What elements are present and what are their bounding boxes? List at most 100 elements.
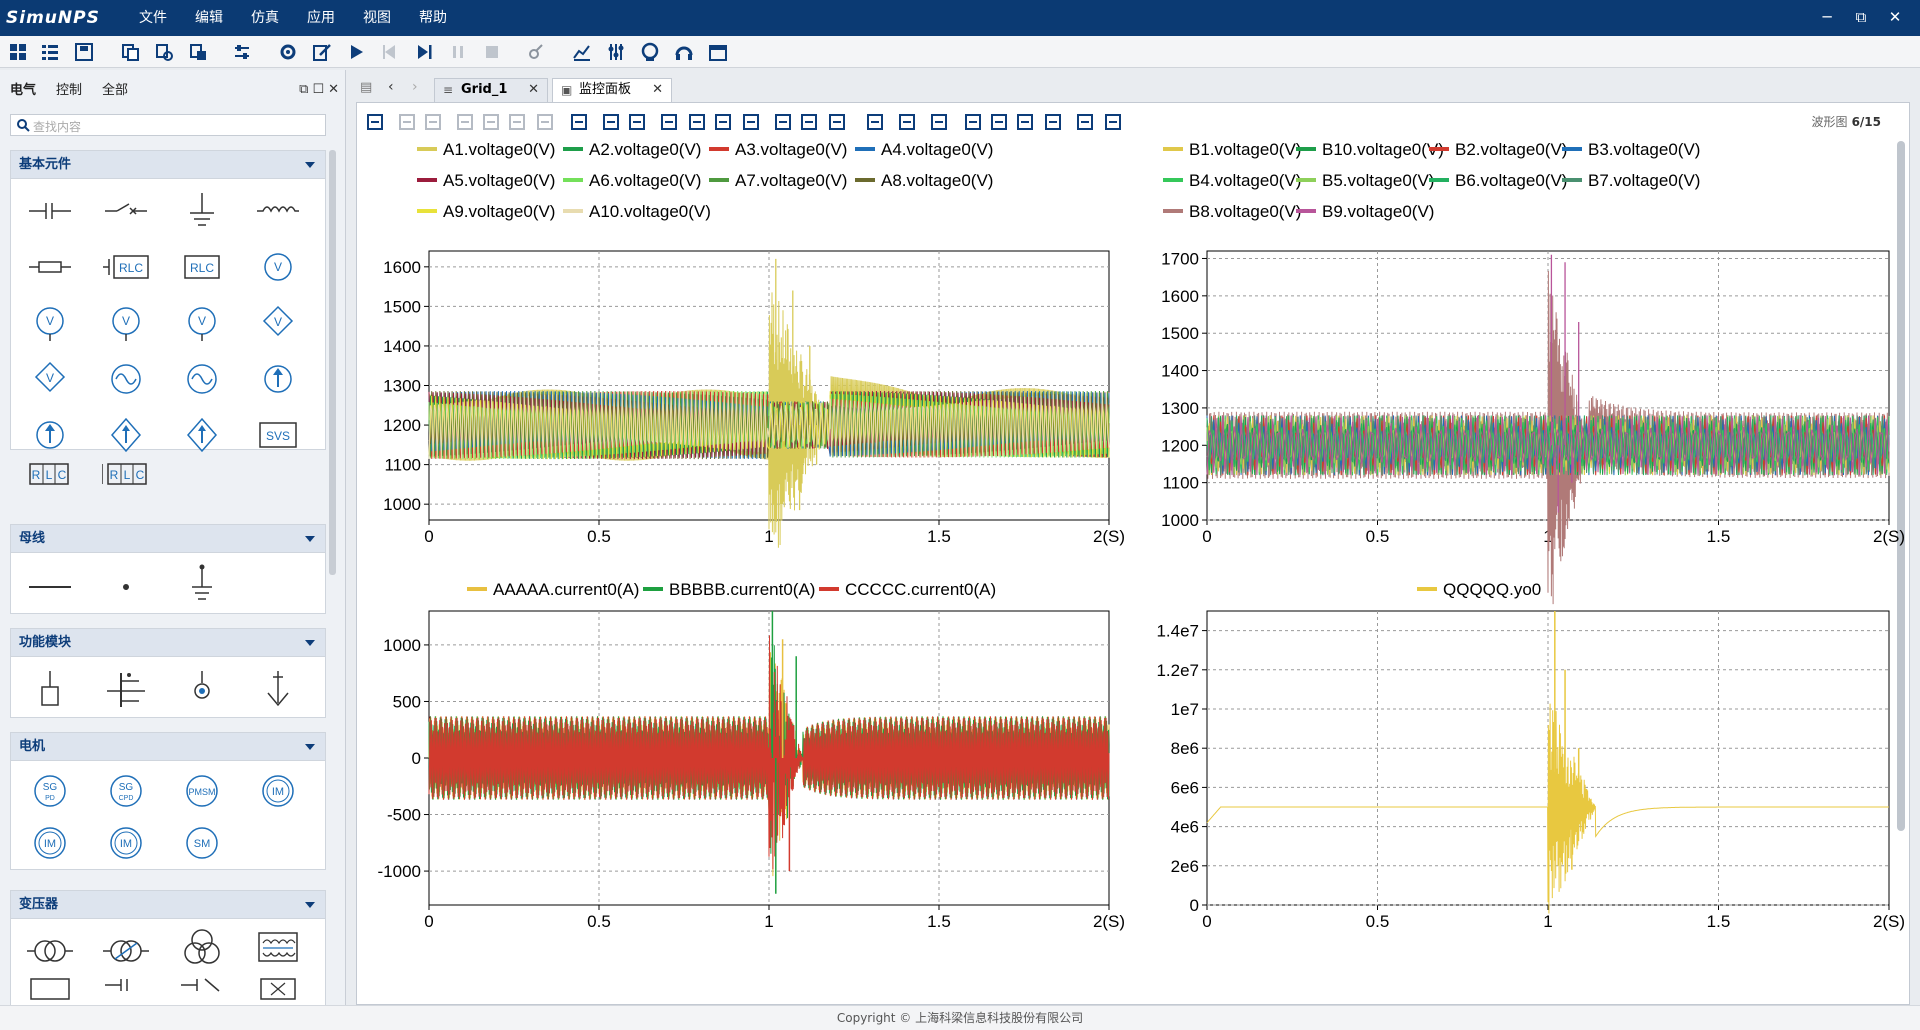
tab-electrical[interactable]: 电气 bbox=[0, 80, 46, 102]
group-header[interactable]: 功能模块 bbox=[11, 629, 325, 657]
legend-item[interactable]: A1.voltage0(V) bbox=[417, 140, 555, 159]
save-icon[interactable] bbox=[74, 42, 94, 62]
calendar-icon[interactable] bbox=[708, 42, 728, 62]
controlled-voltage-source-2-icon[interactable]: V bbox=[27, 359, 73, 399]
legend-item[interactable]: A3.voltage0(V) bbox=[709, 140, 847, 159]
close-tab-icon[interactable]: ✕ bbox=[528, 79, 539, 101]
plot-a-voltage[interactable]: A1.voltage0(V) A2.voltage0(V) A3.voltage0(… bbox=[357, 133, 1125, 563]
stop-icon[interactable] bbox=[482, 42, 502, 62]
step-forward-icon[interactable] bbox=[414, 42, 434, 62]
ground-icon[interactable] bbox=[179, 191, 225, 231]
legend-item[interactable]: B6.voltage0(V) bbox=[1429, 171, 1567, 190]
transformer-icon[interactable] bbox=[27, 931, 73, 971]
menu-help[interactable]: 帮助 bbox=[405, 0, 461, 36]
arrow-down-icon[interactable] bbox=[255, 669, 301, 709]
fit-width-icon[interactable] bbox=[713, 112, 733, 132]
menu-file[interactable]: 文件 bbox=[125, 0, 181, 36]
menu-edit[interactable]: 编辑 bbox=[181, 0, 237, 36]
tuning-icon[interactable] bbox=[606, 42, 626, 62]
chart-icon[interactable] bbox=[572, 42, 592, 62]
align-right-icon[interactable] bbox=[627, 112, 647, 132]
delete-icon[interactable] bbox=[535, 112, 555, 132]
x-axis-icon[interactable] bbox=[989, 112, 1009, 132]
bus-node-icon[interactable] bbox=[103, 565, 149, 605]
tab-next-icon[interactable]: › bbox=[412, 79, 418, 95]
controlled-voltage-source-icon[interactable]: V bbox=[255, 303, 301, 343]
pie-icon[interactable] bbox=[1075, 112, 1095, 132]
grid-icon[interactable] bbox=[8, 42, 28, 62]
voltage-source-2-icon[interactable]: V bbox=[103, 303, 149, 343]
edit-icon[interactable] bbox=[312, 42, 332, 62]
monitor-icon[interactable] bbox=[640, 42, 660, 62]
legend-item[interactable]: B1.voltage0(V) bbox=[1163, 140, 1301, 159]
sine-source-icon[interactable] bbox=[103, 359, 149, 399]
fit-height-icon[interactable] bbox=[741, 112, 761, 132]
rlc-load-icon[interactable]: RLC bbox=[179, 247, 225, 287]
copy-icon[interactable] bbox=[120, 42, 140, 62]
add-wave-icon[interactable] bbox=[365, 112, 385, 132]
doc-list-icon[interactable]: ▤ bbox=[360, 80, 372, 95]
legend-item[interactable]: B3.voltage0(V) bbox=[1562, 140, 1700, 159]
current-source-2-icon[interactable] bbox=[27, 415, 73, 455]
zoom-in-icon[interactable] bbox=[773, 112, 793, 132]
block-icon[interactable] bbox=[27, 669, 73, 709]
svs-icon[interactable]: SVS bbox=[255, 415, 301, 455]
im-3-icon[interactable]: IM bbox=[103, 823, 149, 863]
menu-view[interactable]: 视图 bbox=[349, 0, 405, 36]
legend-item[interactable]: A8.voltage0(V) bbox=[855, 171, 993, 190]
panel-maximize-icon[interactable]: ☐ bbox=[312, 82, 324, 97]
fit-icon[interactable] bbox=[659, 112, 679, 132]
bus-line-icon[interactable] bbox=[27, 565, 73, 605]
refresh-icon[interactable] bbox=[865, 112, 885, 132]
voltage-source-3-icon[interactable]: V bbox=[179, 303, 225, 343]
group-header[interactable]: 母线 bbox=[11, 525, 325, 553]
legend-item[interactable]: B5.voltage0(V) bbox=[1296, 171, 1434, 190]
paste-icon[interactable] bbox=[507, 112, 527, 132]
legend-item[interactable]: A7.voltage0(V) bbox=[709, 171, 847, 190]
copy-settings-icon[interactable] bbox=[154, 42, 174, 62]
copy-image-icon[interactable] bbox=[188, 42, 208, 62]
controlled-current-source-2-icon[interactable] bbox=[179, 415, 225, 455]
rlc-branch-icon[interactable]: RLC bbox=[103, 247, 149, 287]
series-rlc-icon[interactable]: RLC bbox=[26, 454, 72, 494]
sg-pd-icon[interactable]: SG PD bbox=[27, 771, 73, 811]
legend-item[interactable]: AAAAA.current0(A) bbox=[467, 580, 639, 599]
voltage-source-icon[interactable]: V bbox=[27, 303, 73, 343]
capacitor-icon[interactable] bbox=[27, 191, 73, 231]
legend-item[interactable]: QQQQQ.yo0 bbox=[1417, 580, 1541, 599]
legend-item[interactable]: B9.voltage0(V) bbox=[1296, 202, 1434, 221]
legend-item[interactable]: A10.voltage0(V) bbox=[563, 202, 711, 221]
run-icon[interactable] bbox=[346, 42, 366, 62]
im-icon[interactable]: IM bbox=[255, 771, 301, 811]
controlled-current-source-icon[interactable] bbox=[103, 415, 149, 455]
tab-all[interactable]: 全部 bbox=[92, 80, 138, 102]
legend-item[interactable]: A5.voltage0(V) bbox=[417, 171, 555, 190]
headset-icon[interactable] bbox=[674, 42, 694, 62]
tab-grid-1[interactable]: ≡ Grid_1 ✕ bbox=[434, 78, 548, 102]
fault-module-icon[interactable] bbox=[103, 669, 149, 709]
ideal-transformer-icon[interactable] bbox=[255, 927, 301, 967]
group-header[interactable]: 基本元件 bbox=[11, 151, 325, 179]
settings-icon[interactable] bbox=[278, 42, 298, 62]
legend-item[interactable]: B8.voltage0(V) bbox=[1163, 202, 1301, 221]
redo-icon[interactable] bbox=[423, 112, 443, 132]
y-axis-icon[interactable] bbox=[1015, 112, 1035, 132]
undo-icon[interactable] bbox=[397, 112, 417, 132]
legend-item[interactable]: A9.voltage0(V) bbox=[417, 202, 555, 221]
bus-ground-icon[interactable] bbox=[179, 563, 225, 603]
menu-simulate[interactable]: 仿真 bbox=[237, 0, 293, 36]
probe-icon[interactable] bbox=[179, 669, 225, 709]
list-icon[interactable] bbox=[40, 42, 60, 62]
three-winding-transformer-icon[interactable] bbox=[179, 927, 225, 967]
legend-item[interactable]: A6.voltage0(V) bbox=[563, 171, 701, 190]
layout-icon[interactable] bbox=[569, 112, 589, 132]
panel-close-icon[interactable]: ✕ bbox=[328, 82, 339, 97]
sliders-icon[interactable] bbox=[232, 42, 252, 62]
monitor-scrollbar[interactable] bbox=[1897, 141, 1905, 831]
resistor-icon[interactable] bbox=[27, 247, 73, 287]
minimize-button[interactable]: ─ bbox=[1810, 0, 1844, 36]
panel-float-icon[interactable]: ⧉ bbox=[299, 82, 308, 97]
tab-prev-icon[interactable]: ‹ bbox=[388, 79, 394, 95]
group-header[interactable]: 电机 bbox=[11, 733, 325, 761]
tab-monitor-panel[interactable]: ▣ 监控面板 ✕ bbox=[552, 78, 672, 102]
